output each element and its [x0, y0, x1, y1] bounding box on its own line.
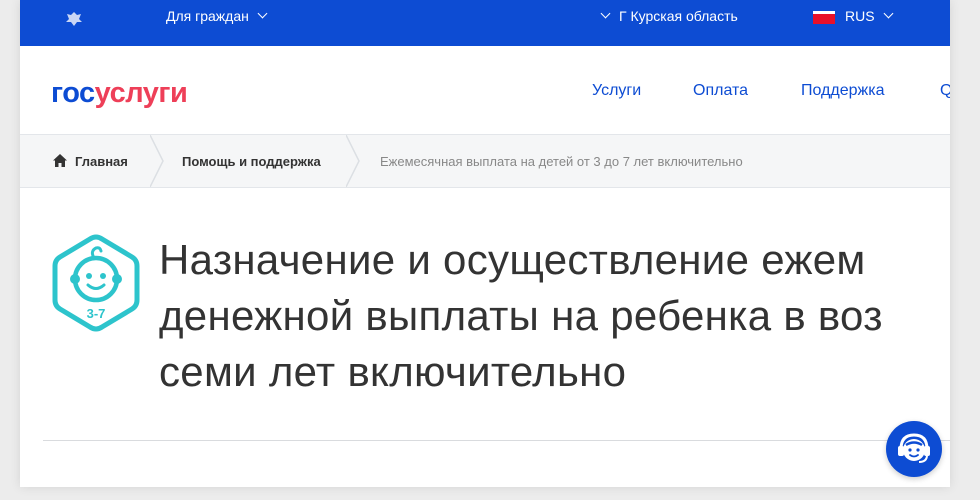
logo-part-uslugi: услуги [94, 77, 188, 109]
nav-payment[interactable]: Оплата [693, 82, 748, 100]
language-select[interactable]: RUS [813, 8, 894, 24]
page-title: Назначение и осуществление ежем денежной… [159, 232, 950, 400]
audience-label: Для граждан [166, 8, 249, 24]
region-select[interactable]: Г Курская область [600, 8, 738, 24]
page: Для граждан Г Курская область RUS госусл… [20, 0, 950, 487]
breadcrumb-separator [346, 135, 360, 187]
title-line: денежной выплаты на ребенка в воз [159, 292, 883, 339]
title-line: семи лет включительно [159, 348, 627, 395]
nav-services[interactable]: Услуги [592, 82, 641, 100]
support-chat-button[interactable] [886, 421, 942, 477]
title-line: Назначение и осуществление ежем [159, 236, 866, 283]
breadcrumb-help[interactable]: Помощь и поддержка [182, 154, 321, 169]
region-label: Г Курская область [619, 8, 738, 24]
top-bar: Для граждан Г Курская область RUS [20, 0, 950, 46]
language-label: RUS [845, 8, 875, 24]
breadcrumb-current: Ежемесячная выплата на детей от 3 до 7 л… [380, 154, 743, 169]
site-header: госуслуги Услуги Оплата Поддержка Q [20, 46, 950, 135]
chevron-down-icon [257, 8, 268, 19]
location-pin-icon [600, 8, 611, 19]
badge-label: 3-7 [87, 306, 106, 321]
divider [43, 440, 950, 441]
audience-select[interactable]: Для граждан [166, 8, 268, 24]
nav-support[interactable]: Поддержка [801, 82, 884, 100]
support-operator-icon [898, 433, 930, 463]
gosuslugi-logo[interactable]: госуслуги [51, 77, 188, 109]
flag-icon [813, 10, 835, 24]
nav-search[interactable]: Q [940, 82, 950, 100]
breadcrumb-separator [150, 135, 164, 187]
breadcrumb-home[interactable]: Главная [75, 154, 128, 169]
child-badge-icon: 3-7 [50, 233, 142, 333]
logo-part-gos: гос [51, 77, 95, 109]
breadcrumb: Главная Помощь и поддержка Ежемесячная в… [20, 135, 950, 188]
home-icon [53, 154, 67, 172]
chevron-down-icon [883, 8, 894, 19]
emblem-icon [64, 10, 84, 28]
